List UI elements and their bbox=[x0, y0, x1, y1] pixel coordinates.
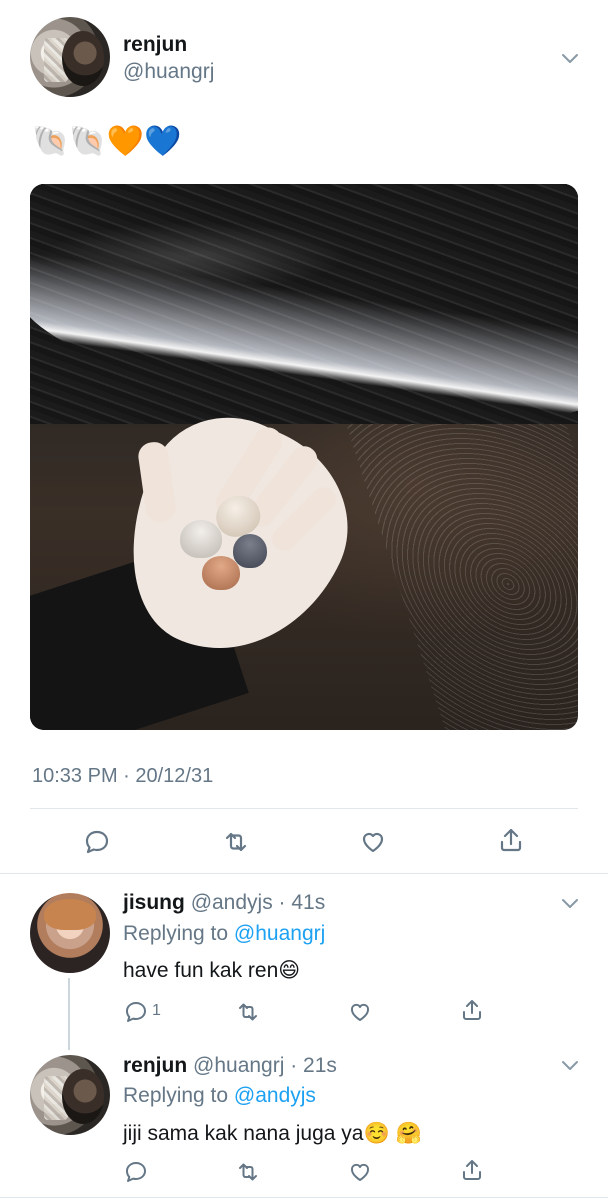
author-display-name[interactable]: renjun bbox=[123, 33, 187, 57]
author-display-name[interactable]: jisung bbox=[123, 891, 185, 914]
chevron-down-icon[interactable] bbox=[560, 1055, 580, 1075]
avatar[interactable] bbox=[30, 1055, 110, 1135]
heart-icon[interactable] bbox=[348, 1000, 372, 1024]
replying-to: Replying to @huangrj bbox=[123, 922, 325, 946]
bottom-divider bbox=[0, 1197, 608, 1198]
tweet-text: 🐚🐚🧡💙 bbox=[32, 124, 182, 159]
replying-to-handle[interactable]: @andyjs bbox=[234, 1084, 316, 1107]
reply-icon[interactable] bbox=[124, 1160, 148, 1184]
reply-header: renjun @huangrj · 21s bbox=[123, 1054, 337, 1078]
tweet-timestamp[interactable]: 10:33 PM · 20/12/31 bbox=[32, 765, 213, 788]
author-handle-time[interactable]: @andyjs · 41s bbox=[191, 891, 326, 914]
share-icon[interactable] bbox=[460, 998, 484, 1022]
tweet-text: jiji sama kak nana juga ya☺️ 🤗 bbox=[123, 1122, 422, 1145]
avatar[interactable] bbox=[30, 17, 110, 97]
reply-count: 1 bbox=[152, 1002, 161, 1019]
image-shell bbox=[180, 520, 222, 558]
chevron-down-icon[interactable] bbox=[560, 893, 580, 913]
section-divider bbox=[0, 873, 608, 874]
image-wet-sand bbox=[346, 424, 578, 730]
retweet-icon[interactable] bbox=[222, 828, 250, 856]
retweet-icon[interactable] bbox=[236, 1000, 260, 1024]
divider bbox=[30, 808, 578, 809]
share-icon[interactable] bbox=[460, 1158, 484, 1182]
replying-to-handle[interactable]: @huangrj bbox=[234, 922, 325, 945]
tweet-image[interactable] bbox=[30, 184, 578, 730]
image-shell bbox=[233, 534, 267, 568]
replying-to: Replying to @andyjs bbox=[123, 1084, 316, 1108]
author-handle-time[interactable]: @huangrj · 21s bbox=[193, 1054, 337, 1077]
reply-header: jisung @andyjs · 41s bbox=[123, 891, 325, 915]
reply-icon[interactable] bbox=[83, 828, 111, 856]
replying-to-label: Replying to bbox=[123, 1084, 229, 1107]
heart-icon[interactable] bbox=[348, 1160, 372, 1184]
thread-line bbox=[68, 978, 70, 1050]
author-display-name[interactable]: renjun bbox=[123, 1054, 187, 1077]
chevron-down-icon[interactable] bbox=[560, 48, 580, 68]
retweet-icon[interactable] bbox=[236, 1160, 260, 1184]
tweet-text: have fun kak ren😄 bbox=[123, 959, 301, 982]
replying-to-label: Replying to bbox=[123, 922, 229, 945]
avatar[interactable] bbox=[30, 893, 110, 973]
heart-icon[interactable] bbox=[359, 828, 387, 856]
image-shell bbox=[202, 556, 240, 590]
share-icon[interactable] bbox=[497, 826, 525, 854]
reply-icon[interactable] bbox=[124, 1000, 148, 1024]
author-handle[interactable]: @huangrj bbox=[123, 60, 214, 84]
